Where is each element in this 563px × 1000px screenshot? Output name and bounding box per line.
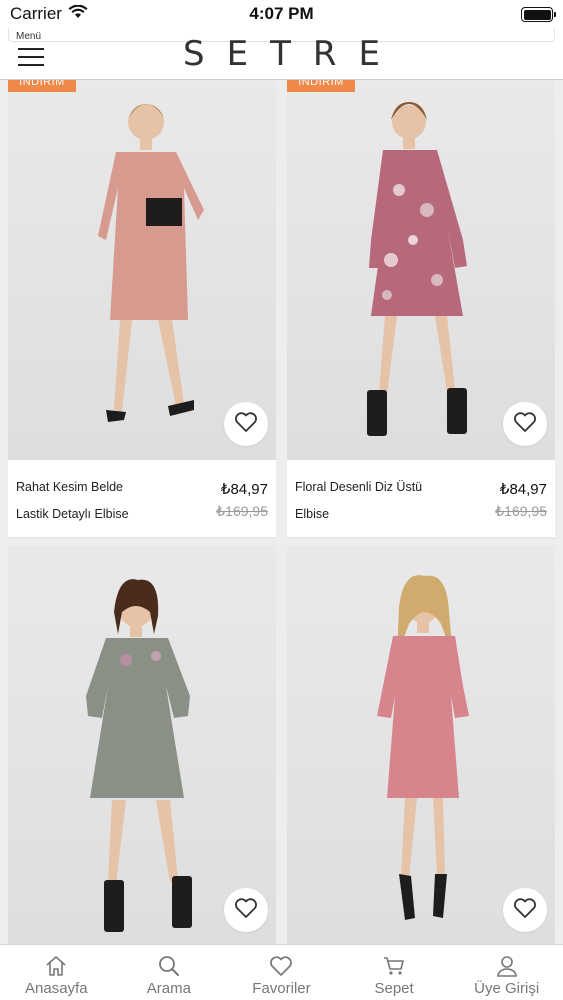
brand-logo[interactable]: SETRE [0,34,563,74]
heart-icon [513,897,537,924]
favorite-button[interactable] [224,402,268,446]
product-name-line1: Rahat Kesim Belde [16,480,124,494]
product-card[interactable] [287,546,555,946]
status-bar: Carrier 4:07 PM [0,0,563,28]
favorite-button[interactable] [224,888,268,932]
favorite-button[interactable] [503,402,547,446]
product-image[interactable]: İNDİRİM [8,80,276,460]
heart-icon [268,953,294,979]
product-image[interactable] [287,546,555,946]
tab-label: Arama [146,980,191,997]
heart-icon [234,411,258,438]
model-figure [98,104,204,422]
product-name-line2: Lastik Detaylı Elbise [16,507,129,521]
product-info[interactable]: Rahat Kesim Belde Lastik Detaylı Elbise … [8,460,276,538]
tab-label: Sepet [374,980,414,997]
tab-label: Anasayfa [25,980,88,997]
cart-icon [381,953,407,979]
bottom-tab-bar: Anasayfa Arama Favoriler Sepet Üye Giriş… [0,944,563,1000]
model-figure [86,579,192,932]
product-name-line2: Elbise [295,507,330,521]
favorite-button[interactable] [503,888,547,932]
tab-search[interactable]: Arama [113,945,226,1000]
user-icon [494,953,520,979]
dress-shape [86,638,190,798]
heart-icon [234,897,258,924]
product-price: ₺84,97 [220,481,268,498]
dress-shape [98,152,204,320]
model-figure [377,575,469,920]
dress-shape [377,636,469,798]
discount-badge: İNDİRİM [287,80,355,92]
product-card[interactable]: İNDİRİM Rahat Kesim Belde Lastik Detaylı… [8,80,276,538]
dress-shape [369,150,467,316]
search-icon [156,953,182,979]
carrier-label: Carrier [10,4,62,23]
product-old-price: ₺169,95 [495,503,547,519]
tab-favorites[interactable]: Favoriler [225,945,338,1000]
product-image[interactable] [8,546,276,946]
product-info[interactable]: Floral Desenli Diz Üstü Elbise ₺84,97 ₺1… [287,460,555,538]
app-header: Menü SETRE [0,20,563,80]
heart-icon [513,411,537,438]
home-icon [43,953,69,979]
product-old-price: ₺169,95 [216,503,268,519]
discount-badge: İNDİRİM [8,80,76,92]
wifi-icon [68,4,88,24]
product-name: Floral Desenli Diz Üstü Elbise [295,474,470,528]
product-image[interactable]: İNDİRİM [287,80,555,460]
tab-account[interactable]: Üye Girişi [450,945,563,1000]
product-name-line1: Floral Desenli Diz Üstü [295,480,423,494]
tab-home[interactable]: Anasayfa [0,945,113,1000]
tab-cart[interactable]: Sepet [338,945,451,1000]
product-card[interactable]: İNDİRİM Floral Desenli Diz Üstü Elbise ₺… [287,80,555,538]
product-price: ₺84,97 [499,481,547,498]
tab-label: Üye Girişi [474,980,540,997]
tab-label: Favoriler [252,980,311,997]
model-figure [367,102,467,436]
product-card[interactable] [8,546,276,946]
product-name: Rahat Kesim Belde Lastik Detaylı Elbise [16,474,191,528]
battery-icon [521,7,556,22]
